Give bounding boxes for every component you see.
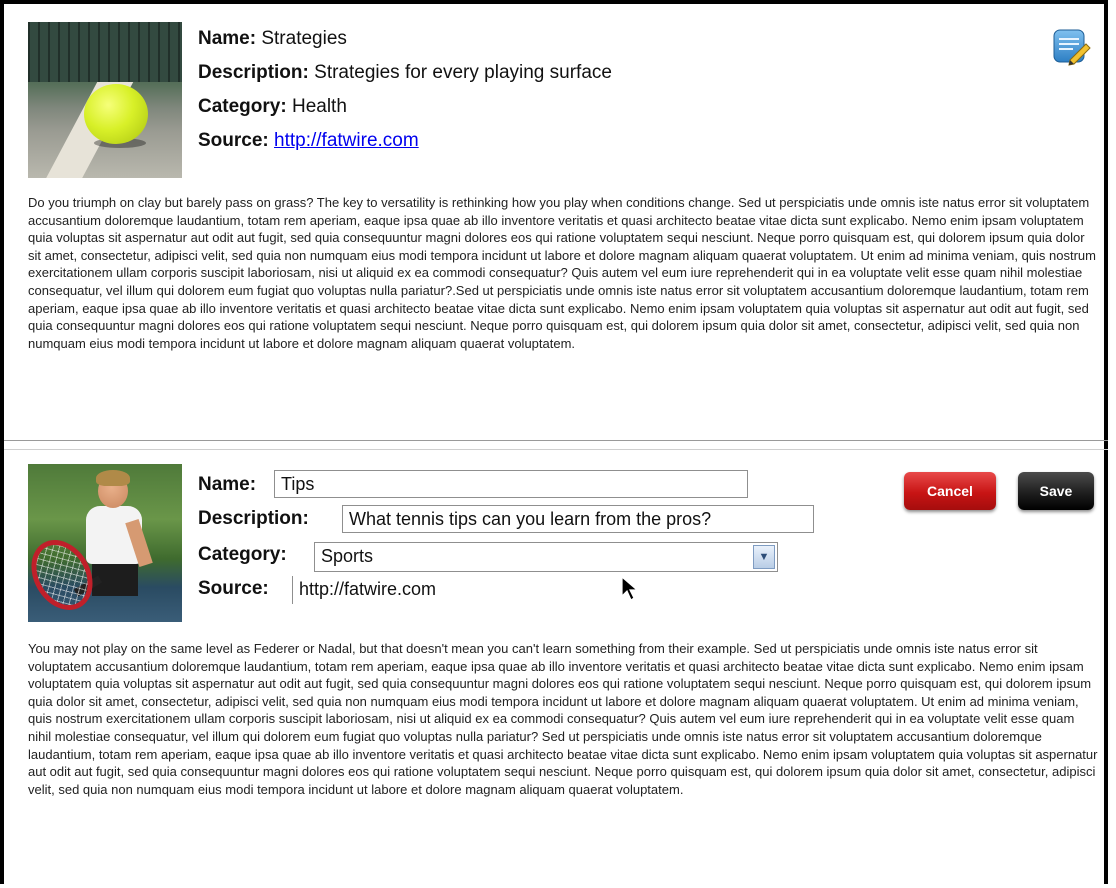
chevron-down-icon[interactable]: ▼ xyxy=(753,545,775,569)
description-label: Description: xyxy=(198,62,309,83)
source-label: Source: xyxy=(198,130,269,151)
name-field-label: Name: xyxy=(198,474,257,495)
name-label: Name: xyxy=(198,28,257,49)
category-value: Health xyxy=(291,96,347,117)
source-link[interactable]: http://fatwire.com xyxy=(274,130,419,151)
record-divider xyxy=(4,440,1108,441)
record-divider-inner xyxy=(4,449,1108,450)
record1-source-row: Source: http://fatwire.com xyxy=(198,130,419,152)
name-input[interactable]: Tips xyxy=(274,470,748,498)
description-value: Strategies for every playing surface xyxy=(314,62,612,83)
name-value: Strategies xyxy=(261,28,347,49)
record2-body-text: You may not play on the same level as Fe… xyxy=(28,641,1098,797)
mouse-cursor-icon xyxy=(621,576,639,601)
record1-body-text: Do you triumph on clay but barely pass o… xyxy=(28,195,1096,351)
description-input[interactable]: What tennis tips can you learn from the … xyxy=(342,505,814,533)
cancel-button[interactable]: Cancel xyxy=(904,472,996,510)
category-field-label: Category: xyxy=(198,544,287,565)
category-select[interactable]: Sports ▼ xyxy=(314,542,778,572)
tennis-player-photo xyxy=(28,464,182,622)
tennis-ball-photo xyxy=(28,22,182,178)
record1-name-row: Name: Strategies xyxy=(198,28,347,50)
save-button[interactable]: Save xyxy=(1018,472,1094,510)
record1-description-row: Description: Strategies for every playin… xyxy=(198,62,612,84)
description-field-label: Description: xyxy=(198,508,309,529)
category-label: Category: xyxy=(198,96,287,117)
edit-note-icon[interactable] xyxy=(1050,26,1092,68)
source-input[interactable]: http://fatwire.com xyxy=(292,576,762,604)
record1-category-row: Category: Health xyxy=(198,96,347,118)
source-field-label: Source: xyxy=(198,578,269,599)
category-selected-value: Sports xyxy=(321,546,374,566)
